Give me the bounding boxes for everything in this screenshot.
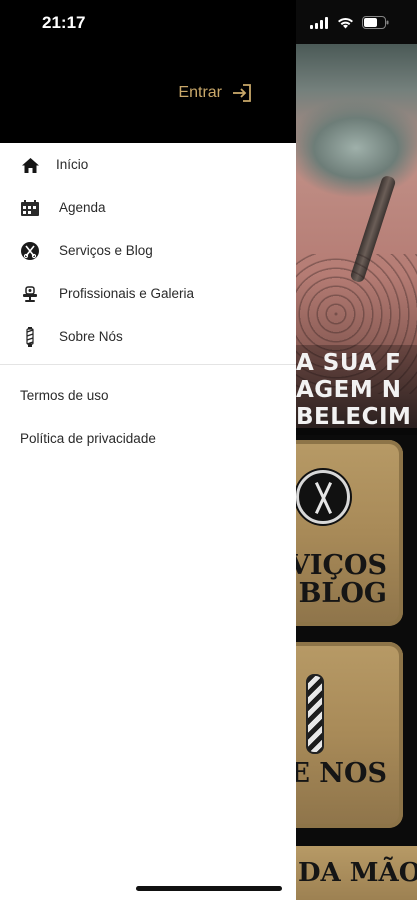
wifi-icon	[338, 17, 353, 28]
menu-item-label: Profissionais e Galeria	[59, 286, 195, 301]
scissors-emblem-icon	[20, 241, 40, 261]
menu-item-label: Início	[56, 157, 89, 172]
privacy-policy-link[interactable]: Política de privacidade	[20, 431, 156, 446]
cellular-signal-icon	[310, 16, 328, 29]
home-indicator[interactable]	[136, 886, 282, 891]
barber-pole-icon	[306, 674, 324, 754]
banner-line: AGEM N	[296, 376, 402, 403]
barber-chair-icon	[20, 284, 40, 304]
menu-item-servicos-blog[interactable]: Serviços e Blog	[0, 229, 296, 272]
login-button[interactable]: Entrar	[178, 84, 252, 102]
banner-line: BELECIM	[296, 403, 412, 430]
menu-item-label: Sobre Nós	[59, 329, 123, 344]
terms-of-use-link[interactable]: Termos de uso	[20, 388, 109, 403]
status-time: 21:17	[42, 13, 86, 32]
battery-icon	[362, 16, 389, 29]
status-icons	[310, 16, 389, 29]
background-bottom-banner: DA MÃO	[296, 846, 417, 900]
menu-item-profissionais-galeria[interactable]: Profissionais e Galeria	[0, 272, 296, 315]
background-hero-banner: A SUA F AGEM N BELECIM	[296, 345, 417, 435]
status-bar: 21:17	[0, 0, 417, 44]
menu-item-agenda[interactable]: Agenda	[0, 186, 296, 229]
menu-item-sobre-nos[interactable]: Sobre Nós	[0, 315, 296, 358]
home-icon	[20, 155, 40, 175]
barber-pole-icon	[20, 327, 40, 347]
menu-divider	[0, 364, 296, 365]
menu-item-inicio[interactable]: Início	[0, 143, 296, 186]
navigation-drawer: Entrar Início Agenda Serviços e Blog Pro…	[0, 0, 296, 900]
scissors-emblem-icon	[296, 470, 350, 524]
menu-item-label: Agenda	[59, 200, 106, 215]
banner-line: A SUA F	[296, 349, 402, 376]
calendar-icon	[20, 198, 40, 218]
menu-item-label: Serviços e Blog	[59, 243, 153, 258]
login-label: Entrar	[178, 84, 222, 101]
login-icon	[233, 84, 251, 102]
